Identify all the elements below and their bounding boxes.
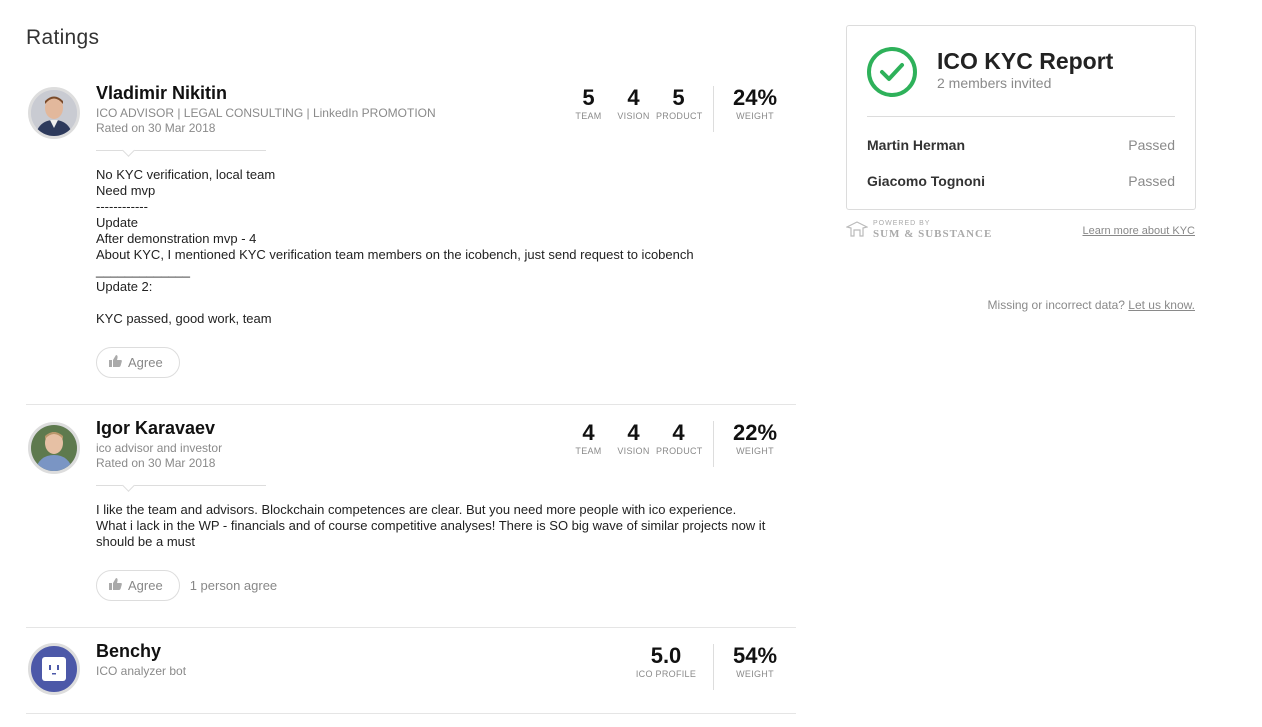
- section-title: Ratings: [26, 26, 100, 49]
- scores: 4 TEAM 4 VISION 4 PRODUCT 22% WEIGHT: [566, 421, 786, 467]
- rater-title: ico advisor and investor: [96, 441, 223, 455]
- agree-button[interactable]: Agree: [96, 570, 180, 601]
- score-divider: [713, 644, 714, 690]
- thumbs-up-icon: [109, 355, 122, 370]
- agree-button[interactable]: Agree: [96, 347, 180, 378]
- rating-item: Vladimir Nikitin ICO ADVISOR | LEGAL CON…: [26, 70, 796, 405]
- comment-line: No KYC verification, local team: [96, 167, 276, 182]
- avatar[interactable]: [28, 422, 80, 474]
- comment-line: What i lack in the WP - financials and o…: [96, 518, 766, 549]
- comment-line: I like the team and advisors. Blockchain…: [96, 502, 737, 517]
- team-score: 5: [582, 85, 595, 110]
- agree-row: Agree 1 person agree: [96, 570, 277, 601]
- avatar[interactable]: [28, 87, 80, 139]
- team-score: 4: [582, 420, 595, 445]
- score-divider: [713, 86, 714, 132]
- rater-name[interactable]: Igor Karavaev: [96, 418, 215, 439]
- rating-date: Rated on 30 Mar 2018: [96, 121, 216, 135]
- agree-label: Agree: [128, 578, 163, 593]
- kyc-member-row: Martin Herman Passed: [867, 137, 1175, 153]
- scores: 5 TEAM 4 VISION 5 PRODUCT 24% WEIGHT: [566, 86, 786, 132]
- vision-score: 4: [627, 420, 640, 445]
- kyc-report-card: ICO KYC Report 2 members invited Martin …: [846, 25, 1196, 210]
- ratings-section: Ratings Vladimir Nikitin ICO ADVISOR | L…: [26, 26, 796, 714]
- rater-name[interactable]: Vladimir Nikitin: [96, 83, 227, 104]
- comment-line: ------------: [96, 199, 148, 214]
- vision-label: VISION: [617, 446, 650, 456]
- comment-line: Update: [96, 215, 138, 230]
- missing-data-note: Missing or incorrect data? Let us know.: [988, 298, 1195, 312]
- robot-icon: [42, 657, 66, 681]
- weight-label: WEIGHT: [736, 111, 774, 121]
- rating-item: Igor Karavaev ico advisor and investor R…: [26, 405, 796, 628]
- profile-score: 5.0: [650, 643, 682, 668]
- rating-comment: I like the team and advisors. Blockchain…: [96, 502, 796, 550]
- rating-comment: No KYC verification, local team Need mvp…: [96, 167, 796, 327]
- score-divider: [713, 421, 714, 467]
- learn-more-link[interactable]: Learn more about KYC: [1082, 225, 1195, 237]
- comment-line: After demonstration mvp - 4: [96, 231, 257, 246]
- thumbs-up-icon: [109, 578, 122, 593]
- agree-row: Agree: [96, 347, 180, 378]
- missing-text: Missing or incorrect data?: [987, 298, 1125, 312]
- kyc-title: ICO KYC Report: [937, 48, 1114, 74]
- sum-substance-icon: [846, 221, 868, 237]
- product-label: PRODUCT: [656, 111, 703, 121]
- weight-label: WEIGHT: [736, 669, 774, 679]
- comment-pointer: [96, 150, 266, 151]
- let-us-know-link[interactable]: Let us know.: [1128, 298, 1195, 312]
- comment-line: Need mvp: [96, 183, 156, 198]
- member-status: Passed: [1128, 137, 1175, 153]
- comment-line: KYC passed, good work, team: [96, 311, 272, 326]
- check-circle-icon: [866, 46, 918, 103]
- weight-value: 54%: [732, 643, 778, 668]
- kyc-member-row: Giacomo Tognoni Passed: [867, 173, 1175, 189]
- weight-value: 24%: [732, 85, 778, 110]
- provider-name: SUM & SUBSTANCE: [873, 228, 993, 240]
- rating-date: Rated on 30 Mar 2018: [96, 456, 216, 470]
- vision-label: VISION: [617, 111, 650, 121]
- comment-pointer: [96, 485, 266, 486]
- product-score: 4: [672, 420, 685, 445]
- product-label: PRODUCT: [656, 446, 703, 456]
- comment-line: _____________: [96, 263, 190, 278]
- agree-count: 1 person agree: [189, 578, 278, 593]
- rater-title: ICO analyzer bot: [96, 664, 187, 678]
- profile-label: ICO PROFILE: [635, 669, 697, 679]
- comment-line: [96, 295, 796, 311]
- team-label: TEAM: [575, 111, 602, 121]
- kyc-subtitle: 2 members invited: [937, 75, 1052, 91]
- bot-avatar[interactable]: [28, 643, 80, 695]
- rater-title: ICO ADVISOR | LEGAL CONSULTING | LinkedI…: [96, 106, 436, 120]
- rater-name[interactable]: Benchy: [96, 641, 161, 662]
- weight-value: 22%: [732, 420, 778, 445]
- weight-label: WEIGHT: [736, 446, 774, 456]
- kyc-divider: [867, 116, 1175, 117]
- agree-label: Agree: [128, 355, 163, 370]
- member-name[interactable]: Martin Herman: [867, 137, 965, 153]
- vision-score: 4: [627, 85, 640, 110]
- comment-line: About KYC, I mentioned KYC verification …: [96, 247, 694, 262]
- team-label: TEAM: [575, 446, 602, 456]
- rating-item: Benchy ICO analyzer bot 5.0 ICO PROFILE 5…: [26, 628, 796, 714]
- powered-by-logo[interactable]: POWERED BY SUM & SUBSTANCE: [846, 219, 993, 240]
- member-name[interactable]: Giacomo Tognoni: [867, 173, 985, 189]
- scores: 5.0 ICO PROFILE 54% WEIGHT: [631, 644, 786, 690]
- member-status: Passed: [1128, 173, 1175, 189]
- comment-line: Update 2:: [96, 279, 153, 294]
- product-score: 5: [672, 85, 685, 110]
